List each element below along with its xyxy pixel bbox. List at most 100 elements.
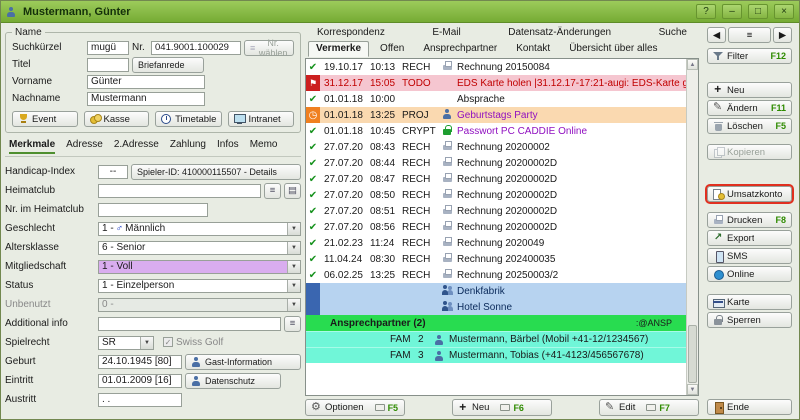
briefanrede-button[interactable]: Briefanrede <box>132 57 204 73</box>
austritt-input[interactable]: . . <box>98 393 182 407</box>
heimatclub-list-button[interactable]: ≡ <box>264 183 281 199</box>
left-tab[interactable]: 2.Adresse <box>114 139 159 154</box>
table-row[interactable]: ✔ 27.07.20 08:44 RECH Rechnung 20200002D <box>306 155 686 171</box>
crm-link[interactable]: E-Mail <box>432 27 460 38</box>
action-button[interactable]: Filter F12 <box>707 48 792 64</box>
crm-link[interactable]: Korrespondenz <box>317 27 385 38</box>
nr-heimatclub-input[interactable] <box>98 203 208 217</box>
gast-information-button[interactable]: Gast-Information <box>185 354 301 370</box>
crm-tab[interactable]: Übersicht über alles <box>561 41 665 57</box>
table-row[interactable]: ✔ 19.10.17 10:13 RECH Rechnung 20150084 <box>306 59 686 75</box>
table-row[interactable]: Denkfabrik <box>306 283 686 299</box>
spieler-id-button[interactable]: Spieler-ID: 410000115507 - Details <box>131 164 301 180</box>
action-button[interactable]: Sperren <box>707 312 792 328</box>
austritt-label: Austritt <box>5 394 95 405</box>
crm-tab[interactable]: Ansprechpartner <box>415 41 505 57</box>
action-button[interactable]: Kopieren <box>707 144 792 160</box>
table-row[interactable]: ✔ 01.01.18 10:45 CRYPT Passwort PC CADDI… <box>306 123 686 139</box>
additional-info-list-button[interactable]: ≡ <box>284 316 301 332</box>
table-row[interactable]: ✔ 21.02.23 11:24 RECH Rechnung 2020049 <box>306 235 686 251</box>
crm-link[interactable]: Suche <box>659 27 687 38</box>
swiss-golf-checkbox[interactable]: ✓Swiss Golf <box>163 337 223 348</box>
additional-info-input[interactable] <box>98 317 281 331</box>
crm-footer-bar: Optionen F5 Neu F6 Edit F7 <box>305 398 699 417</box>
help-button[interactable]: ? <box>696 4 716 19</box>
table-row[interactable]: Hotel Sonne <box>306 299 686 315</box>
table-row[interactable]: ✔ 27.07.20 08:47 RECH Rechnung 20200002D <box>306 171 686 187</box>
titel-input[interactable] <box>87 58 129 72</box>
action-button[interactable]: Export <box>707 230 792 246</box>
table-row[interactable]: ✔ 06.02.25 13:25 RECH Rechnung 20250003/… <box>306 267 686 283</box>
quick-action-button[interactable]: Kasse <box>84 111 150 127</box>
handicap-input[interactable]: -- <box>98 165 128 179</box>
quick-action-button[interactable]: Timetable <box>155 111 222 127</box>
geburt-input[interactable]: 24.10.1945 [80] <box>98 355 182 369</box>
dropdown-arrow-icon[interactable]: ▼ <box>287 261 300 273</box>
left-tab[interactable]: Zahlung <box>170 139 206 154</box>
dropdown-arrow-icon[interactable]: ▼ <box>287 223 300 235</box>
crm-tab[interactable]: Kontakt <box>508 41 558 57</box>
crm-link[interactable]: Datensatz-Änderungen <box>508 27 611 38</box>
quick-action-icon <box>234 114 245 124</box>
dropdown-arrow-icon[interactable]: ▼ <box>287 242 300 254</box>
suchkuerzel-input[interactable]: mugü <box>87 41 129 55</box>
table-row[interactable]: ✔ 27.07.20 08:51 RECH Rechnung 20200002D <box>306 203 686 219</box>
mitgliedschaft-select[interactable]: 1 - Voll ▼ <box>98 260 301 274</box>
heimatclub-input[interactable] <box>98 184 261 198</box>
eintritt-input[interactable]: 01.01.2009 [16] <box>98 374 182 388</box>
action-button[interactable]: Ändern F11 <box>707 100 792 116</box>
table-row[interactable]: ✔ 27.07.20 08:50 RECH Rechnung 20200002D <box>306 187 686 203</box>
datenschutz-button[interactable]: Datenschutz <box>185 373 281 389</box>
spielrecht-select[interactable]: SR ▼ <box>98 336 154 350</box>
action-button[interactable]: Umsatzkonto <box>707 186 792 202</box>
left-tab[interactable]: Memo <box>250 139 278 154</box>
crm-tab[interactable]: Offen <box>372 41 412 57</box>
table-row[interactable]: ✔ 01.01.18 10:00 Absprache <box>306 91 686 107</box>
action-button-icon <box>713 103 724 113</box>
geschlecht-select[interactable]: 1 - ♂ Männlich ▼ <box>98 222 301 236</box>
action-button[interactable]: Neu <box>707 82 792 98</box>
table-row[interactable]: ✔ 27.07.20 08:43 RECH Rechnung 20200002 <box>306 139 686 155</box>
scrollbar-thumb[interactable] <box>688 325 697 383</box>
nav-forward-button[interactable]: ▶ <box>773 27 792 43</box>
nachname-input[interactable]: Mustermann <box>87 92 205 106</box>
quick-action-button[interactable]: Intranet <box>228 111 294 127</box>
nr-waehlen-button[interactable]: ≡Nr. wählen <box>244 40 294 56</box>
nav-back-button[interactable]: ◀ <box>707 27 726 43</box>
action-button[interactable]: SMS <box>707 248 792 264</box>
ansprechpartner-header[interactable]: Ansprechpartner (2) :@ANSP <box>306 315 686 331</box>
dropdown-arrow-icon[interactable]: ▼ <box>287 280 300 292</box>
fam-contact-row[interactable]: FAM 3 Mustermann, Tobias (+41-4123/45656… <box>306 347 686 363</box>
scroll-down-icon[interactable]: ▼ <box>687 384 698 395</box>
quick-action-button[interactable]: Event <box>12 111 78 127</box>
table-row[interactable]: ✔ 11.04.24 08:30 RECH Rechnung 202400035 <box>306 251 686 267</box>
minimize-button[interactable]: – <box>722 4 742 19</box>
fam-contact-row[interactable]: FAM 2 Mustermann, Bärbel (Mobil +41-12/1… <box>306 331 686 347</box>
scroll-up-icon[interactable]: ▲ <box>687 59 698 70</box>
footer-button[interactable]: Optionen F5 <box>305 399 405 416</box>
ende-button[interactable]: Ende <box>707 399 792 415</box>
footer-button[interactable]: Edit F7 <box>599 399 699 416</box>
heimatclub-info-button[interactable]: ▤ <box>284 183 301 199</box>
dropdown-arrow-icon[interactable]: ▼ <box>140 337 153 349</box>
action-button[interactable]: Löschen F5 <box>707 118 792 134</box>
left-tab[interactable]: Infos <box>217 139 239 154</box>
left-tab[interactable]: Merkmale <box>9 139 55 154</box>
action-button[interactable]: Online <box>707 266 792 282</box>
close-button[interactable]: × <box>774 4 794 19</box>
maximize-button[interactable]: □ <box>748 4 768 19</box>
status-select[interactable]: 1 - Einzelperson ▼ <box>98 279 301 293</box>
left-tab[interactable]: Adresse <box>66 139 103 154</box>
altersklasse-select[interactable]: 6 - Senior ▼ <box>98 241 301 255</box>
table-row[interactable]: ◷ 01.01.18 13:25 PROJ Geburtstags Party <box>306 107 686 123</box>
vorname-input[interactable]: Günter <box>87 75 205 89</box>
footer-button[interactable]: Neu F6 <box>452 399 552 416</box>
crm-tab[interactable]: Vermerke <box>308 41 369 57</box>
action-button[interactable]: Drucken F8 <box>707 212 792 228</box>
nav-menu-button[interactable]: ≡ <box>728 27 771 43</box>
table-scrollbar[interactable]: ▲ ▼ <box>686 59 698 395</box>
nr-input[interactable]: 041.9001.100029 <box>151 41 241 55</box>
table-row[interactable]: ✔ 27.07.20 08:56 RECH Rechnung 20200002D <box>306 219 686 235</box>
action-button[interactable]: Karte <box>707 294 792 310</box>
table-row[interactable]: ⚑ 31.12.17 15:05 TODO EDS Karte holen |3… <box>306 75 686 91</box>
